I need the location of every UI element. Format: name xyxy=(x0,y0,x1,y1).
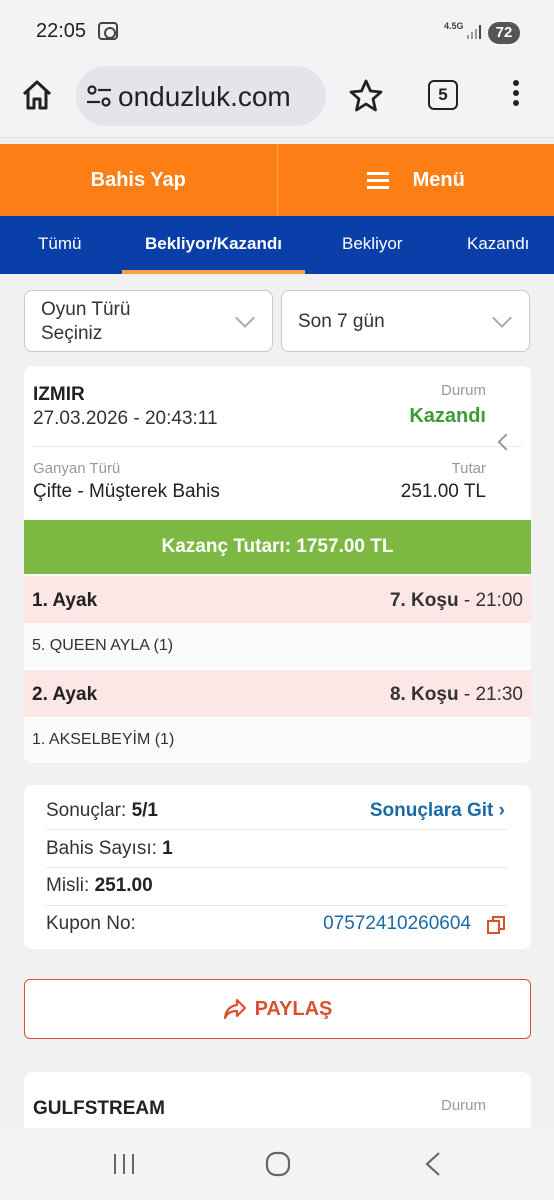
share-button[interactable]: PAYLAŞ xyxy=(24,979,531,1039)
row-divider xyxy=(46,867,508,868)
results-link[interactable]: Sonuçlara Git › xyxy=(370,800,505,822)
url-text: onduzluk.com xyxy=(118,81,291,112)
chevron-left-icon[interactable] xyxy=(497,433,515,451)
tab-switcher-button[interactable]: 5 xyxy=(428,80,458,110)
top-nav: Bahis Yap Menü xyxy=(0,144,554,216)
chevron-down-icon xyxy=(235,308,255,328)
tab-pending-won[interactable]: Bekliyor/Kazandı xyxy=(145,216,282,274)
bet-type-value: Çifte - Müşterek Bahis xyxy=(33,481,220,502)
status-label: Durum xyxy=(440,382,486,399)
game-type-select-label-line2: Seçiniz xyxy=(41,323,103,344)
status-label: Durum xyxy=(440,1097,486,1114)
leg-label: 2. Ayak xyxy=(32,684,98,705)
system-navigation-bar xyxy=(0,1128,554,1200)
status-tab-bar: Tümü Bekliyor/Kazandı Bekliyor Kazandı xyxy=(0,216,554,274)
tab-won[interactable]: Kazandı xyxy=(467,216,529,274)
back-icon[interactable] xyxy=(424,1151,442,1177)
coupon-number[interactable]: 07572410260604 xyxy=(323,913,471,935)
bet-count-value: 1 xyxy=(162,838,173,859)
horse-row: 1. AKSELBEYİM (1) xyxy=(24,717,531,762)
results-link-label: Sonuçlara Git xyxy=(369,800,494,821)
period-select-value: Son 7 gün xyxy=(298,311,385,332)
period-select[interactable]: Son 7 gün xyxy=(281,290,530,352)
active-tab-indicator xyxy=(122,270,305,274)
race-time: - 21:30 xyxy=(463,684,523,705)
leg-label: 1. Ayak xyxy=(32,590,98,611)
battery-indicator: 72 xyxy=(488,22,520,44)
multiplier-label: Misli: xyxy=(46,875,90,896)
status-time: 22:05 xyxy=(36,20,87,42)
horse-name: 1. AKSELBEYİM (1) xyxy=(32,731,175,748)
hamburger-icon xyxy=(366,172,389,189)
leg-row: 2. Ayak 8. Koşu - 21:30 xyxy=(24,670,531,717)
row-divider xyxy=(46,905,508,906)
tab-all[interactable]: Tümü xyxy=(38,216,81,274)
screen-record-icon xyxy=(98,22,118,40)
home-icon[interactable] xyxy=(20,78,54,112)
signal-icon xyxy=(467,25,481,39)
bookmark-star-icon[interactable] xyxy=(348,78,384,114)
bet-button-label: Bahis Yap xyxy=(90,168,186,191)
home-button-icon[interactable] xyxy=(265,1151,291,1177)
browser-toolbar: onduzluk.com 5 xyxy=(0,60,554,138)
game-type-select-label-line1: Oyun Türü xyxy=(41,299,131,320)
chevron-right-icon: › xyxy=(498,800,505,821)
bet-card: IZMIR 27.03.2026 - 20:43:11 Durum Kazand… xyxy=(24,366,531,763)
horse-name: 5. QUEEN AYLA (1) xyxy=(32,637,174,654)
results-value: 5/1 xyxy=(131,800,158,821)
site-settings-icon[interactable] xyxy=(86,84,112,108)
recent-apps-icon[interactable] xyxy=(112,1152,136,1176)
coupon-label: Kupon No: xyxy=(46,913,136,934)
winnings-banner: Kazanç Tutarı: 1757.00 TL xyxy=(24,520,531,574)
venue-name: IZMIR xyxy=(33,384,85,405)
bet-button[interactable]: Bahis Yap xyxy=(0,144,277,216)
race-label: 7. Koşu xyxy=(389,590,459,611)
bet-count-label: Bahis Sayısı: xyxy=(46,838,157,859)
share-icon xyxy=(223,998,246,1020)
race-time: - 21:00 xyxy=(463,590,523,611)
bet-type-label: Ganyan Türü xyxy=(33,460,121,477)
multiplier-value: 251.00 xyxy=(94,875,153,896)
amount-value: 251.00 TL xyxy=(400,481,486,502)
race-label: 8. Koşu xyxy=(389,684,459,705)
chevron-down-icon xyxy=(492,308,512,328)
row-divider xyxy=(46,829,508,830)
more-options-icon[interactable] xyxy=(508,80,524,112)
results-label: Sonuçlar: xyxy=(46,800,127,821)
bet-summary-card: Sonuçlar: 5/1 Sonuçlara Git › Bahis Sayı… xyxy=(24,785,531,949)
leg-row: 1. Ayak 7. Koşu - 21:00 xyxy=(24,576,531,623)
menu-button[interactable]: Menü xyxy=(278,144,554,216)
address-bar[interactable]: onduzluk.com xyxy=(76,66,326,126)
game-type-select[interactable]: Oyun Türü Seçiniz xyxy=(24,290,273,352)
amount-label: Tutar xyxy=(451,460,486,477)
status-badge: Kazandı xyxy=(409,405,486,427)
status-bar: 22:05 4.5G 72 xyxy=(0,0,554,60)
share-button-label: PAYLAŞ xyxy=(254,997,333,1020)
copy-icon[interactable] xyxy=(486,915,506,935)
tab-pending[interactable]: Bekliyor xyxy=(342,216,402,274)
card-divider xyxy=(32,446,523,447)
network-type: 4.5G xyxy=(444,21,464,31)
menu-button-label: Menü xyxy=(412,168,465,191)
horse-row: 5. QUEEN AYLA (1) xyxy=(24,623,531,668)
bet-datetime: 27.03.2026 - 20:43:11 xyxy=(33,408,218,429)
venue-name: GULFSTREAM xyxy=(33,1098,165,1119)
